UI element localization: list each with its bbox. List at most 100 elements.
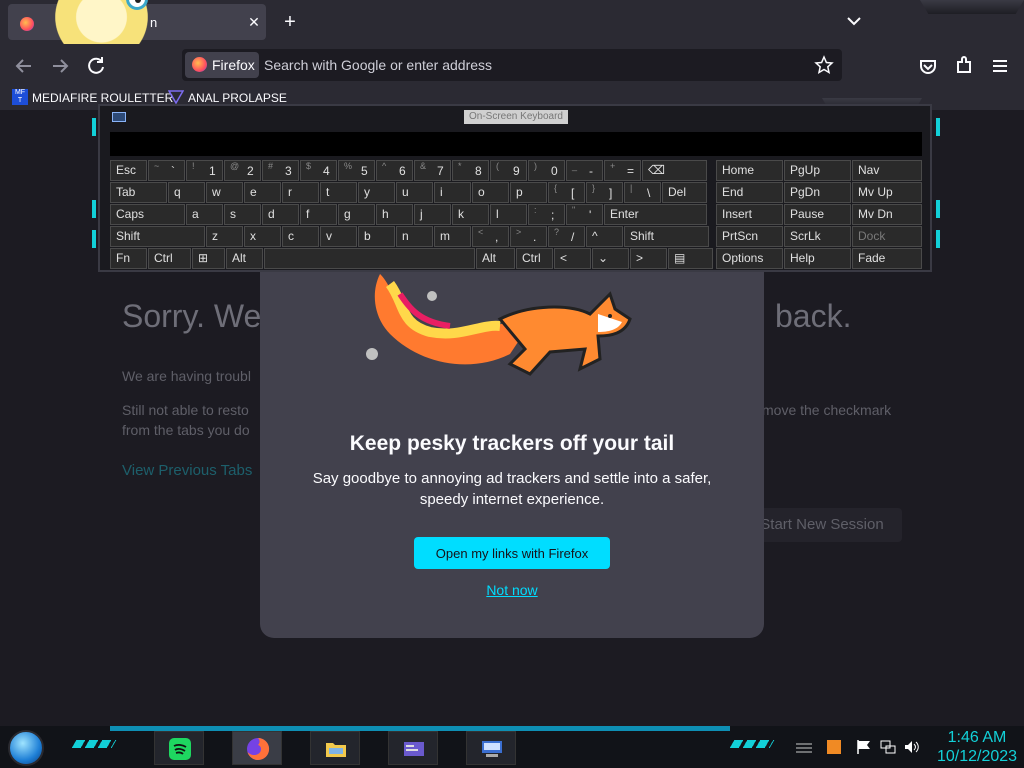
new-tab-button[interactable]: +	[278, 10, 302, 34]
osk-key[interactable]: Shift	[110, 226, 205, 247]
osk-nav-key[interactable]: PgDn	[784, 182, 851, 203]
osk-key[interactable]: Alt	[476, 248, 515, 269]
osk-key[interactable]: r	[282, 182, 319, 203]
bookmark-star-icon[interactable]	[814, 55, 834, 75]
osk-nav-key[interactable]: Nav	[852, 160, 922, 181]
osk-key[interactable]: x	[244, 226, 281, 247]
tab-close-icon[interactable]: ✕	[244, 12, 264, 32]
osk-key[interactable]: Del	[662, 182, 707, 203]
osk-key[interactable]: Tab	[110, 182, 167, 203]
osk-key[interactable]: ⊞	[192, 248, 225, 269]
osk-key[interactable]: <,	[472, 226, 509, 247]
osk-key[interactable]: p	[510, 182, 547, 203]
osk-key[interactable]: :;	[528, 204, 565, 225]
back-arrow-icon[interactable]	[10, 52, 38, 80]
taskbar-file-explorer[interactable]	[310, 731, 360, 765]
address-bar[interactable]: Firefox	[182, 49, 842, 81]
osk-nav-key[interactable]: Pause	[784, 204, 851, 225]
osk-key[interactable]: & 7	[414, 160, 451, 181]
osk-key[interactable]: @2	[224, 160, 261, 181]
osk-key[interactable]: * 8	[452, 160, 489, 181]
osk-key[interactable]: u	[396, 182, 433, 203]
osk-key[interactable]: k	[452, 204, 489, 225]
osk-key[interactable]: }]	[586, 182, 623, 203]
osk-key[interactable]: v	[320, 226, 357, 247]
osk-key[interactable]: <	[554, 248, 591, 269]
osk-key[interactable]: % 5	[338, 160, 375, 181]
osk-titlebar[interactable]: On-Screen Keyboard	[100, 106, 930, 130]
url-input[interactable]	[264, 49, 804, 81]
osk-nav-key[interactable]: Options	[716, 248, 783, 269]
osk-key[interactable]: ? /	[548, 226, 585, 247]
osk-key[interactable]: (9	[490, 160, 527, 181]
osk-key[interactable]: " '	[566, 204, 603, 225]
action-center-flag-icon[interactable]	[856, 740, 872, 754]
osk-nav-key[interactable]: Mv Up	[852, 182, 922, 203]
osk-key[interactable]: w	[206, 182, 243, 203]
osk-nav-key[interactable]: Insert	[716, 204, 783, 225]
osk-nav-key[interactable]: PrtScn	[716, 226, 783, 247]
network-icon[interactable]	[880, 740, 896, 754]
osk-key[interactable]: >.	[510, 226, 547, 247]
taskbar-app-card[interactable]	[388, 731, 438, 765]
osk-key[interactable]: + =	[604, 160, 641, 181]
osk-nav-key[interactable]: Fade	[852, 248, 922, 269]
view-previous-tabs-link[interactable]: View Previous Tabs	[122, 462, 252, 479]
osk-key[interactable]: ⌄	[592, 248, 629, 269]
osk-key[interactable]: m	[434, 226, 471, 247]
osk-key[interactable]: d	[262, 204, 299, 225]
osk-key[interactable]: j	[414, 204, 451, 225]
osk-nav-key[interactable]: Mv Dn	[852, 204, 922, 225]
osk-key[interactable]: o	[472, 182, 509, 203]
osk-key[interactable]: {[	[548, 182, 585, 203]
osk-key[interactable]: _ -	[566, 160, 603, 181]
osk-key[interactable]: h	[376, 204, 413, 225]
pocket-icon[interactable]	[914, 52, 942, 80]
osk-nav-key[interactable]: End	[716, 182, 783, 203]
osk-key[interactable]: z	[206, 226, 243, 247]
osk-key[interactable]: l	[490, 204, 527, 225]
osk-key[interactable]: | \	[624, 182, 661, 203]
tray-app-icon[interactable]	[826, 740, 842, 754]
osk-key[interactable]: i	[434, 182, 471, 203]
osk-key[interactable]: ^	[586, 226, 623, 247]
osk-nav-key[interactable]: ScrLk	[784, 226, 851, 247]
extensions-puzzle-icon[interactable]	[950, 52, 978, 80]
volume-icon[interactable]	[904, 740, 920, 754]
osk-nav-key[interactable]: PgUp	[784, 160, 851, 181]
osk-key[interactable]: #3	[262, 160, 299, 181]
not-now-link[interactable]: Not now	[260, 582, 764, 598]
osk-key[interactable]: Ctrl	[148, 248, 191, 269]
osk-key[interactable]: ^ 6	[376, 160, 413, 181]
osk-key[interactable]: c	[282, 226, 319, 247]
taskbar-spotify[interactable]	[154, 731, 204, 765]
list-all-tabs-chevron-icon[interactable]	[842, 12, 866, 32]
osk-key[interactable]: ⌫	[642, 160, 707, 181]
start-orb-button[interactable]	[8, 730, 44, 766]
bookmark-second[interactable]: ANAL PROLAPSE	[188, 91, 287, 105]
osk-key[interactable]: ▤	[668, 248, 713, 269]
osk-key[interactable]: Shift	[624, 226, 709, 247]
osk-nav-key[interactable]: Home	[716, 160, 783, 181]
taskbar-firefox[interactable]	[232, 731, 282, 765]
identity-box[interactable]: Firefox	[185, 52, 259, 78]
bookmark-mediafire-rouletter[interactable]: MEDIAFIRE ROULETTER	[32, 91, 173, 105]
tray-overflow-icon[interactable]	[796, 740, 812, 754]
osk-key[interactable]: >	[630, 248, 667, 269]
system-clock[interactable]: 1:46 AM 10/12/2023	[932, 728, 1022, 766]
osk-key[interactable]: q	[168, 182, 205, 203]
osk-key[interactable]: Caps	[110, 204, 185, 225]
osk-key[interactable]: Enter	[604, 204, 707, 225]
osk-key[interactable]: s	[224, 204, 261, 225]
osk-key[interactable]: e	[244, 182, 281, 203]
taskbar-on-screen-keyboard[interactable]	[466, 731, 516, 765]
osk-key[interactable]: Ctrl	[516, 248, 553, 269]
osk-key[interactable]: y	[358, 182, 395, 203]
osk-key[interactable]: t	[320, 182, 357, 203]
hamburger-menu-icon[interactable]	[986, 52, 1014, 80]
osk-key[interactable]: ) 0	[528, 160, 565, 181]
osk-key[interactable]: f	[300, 204, 337, 225]
reload-icon[interactable]	[82, 52, 110, 80]
osk-nav-key[interactable]: Dock	[852, 226, 922, 247]
open-links-with-firefox-button[interactable]: Open my links with Firefox	[414, 537, 610, 569]
